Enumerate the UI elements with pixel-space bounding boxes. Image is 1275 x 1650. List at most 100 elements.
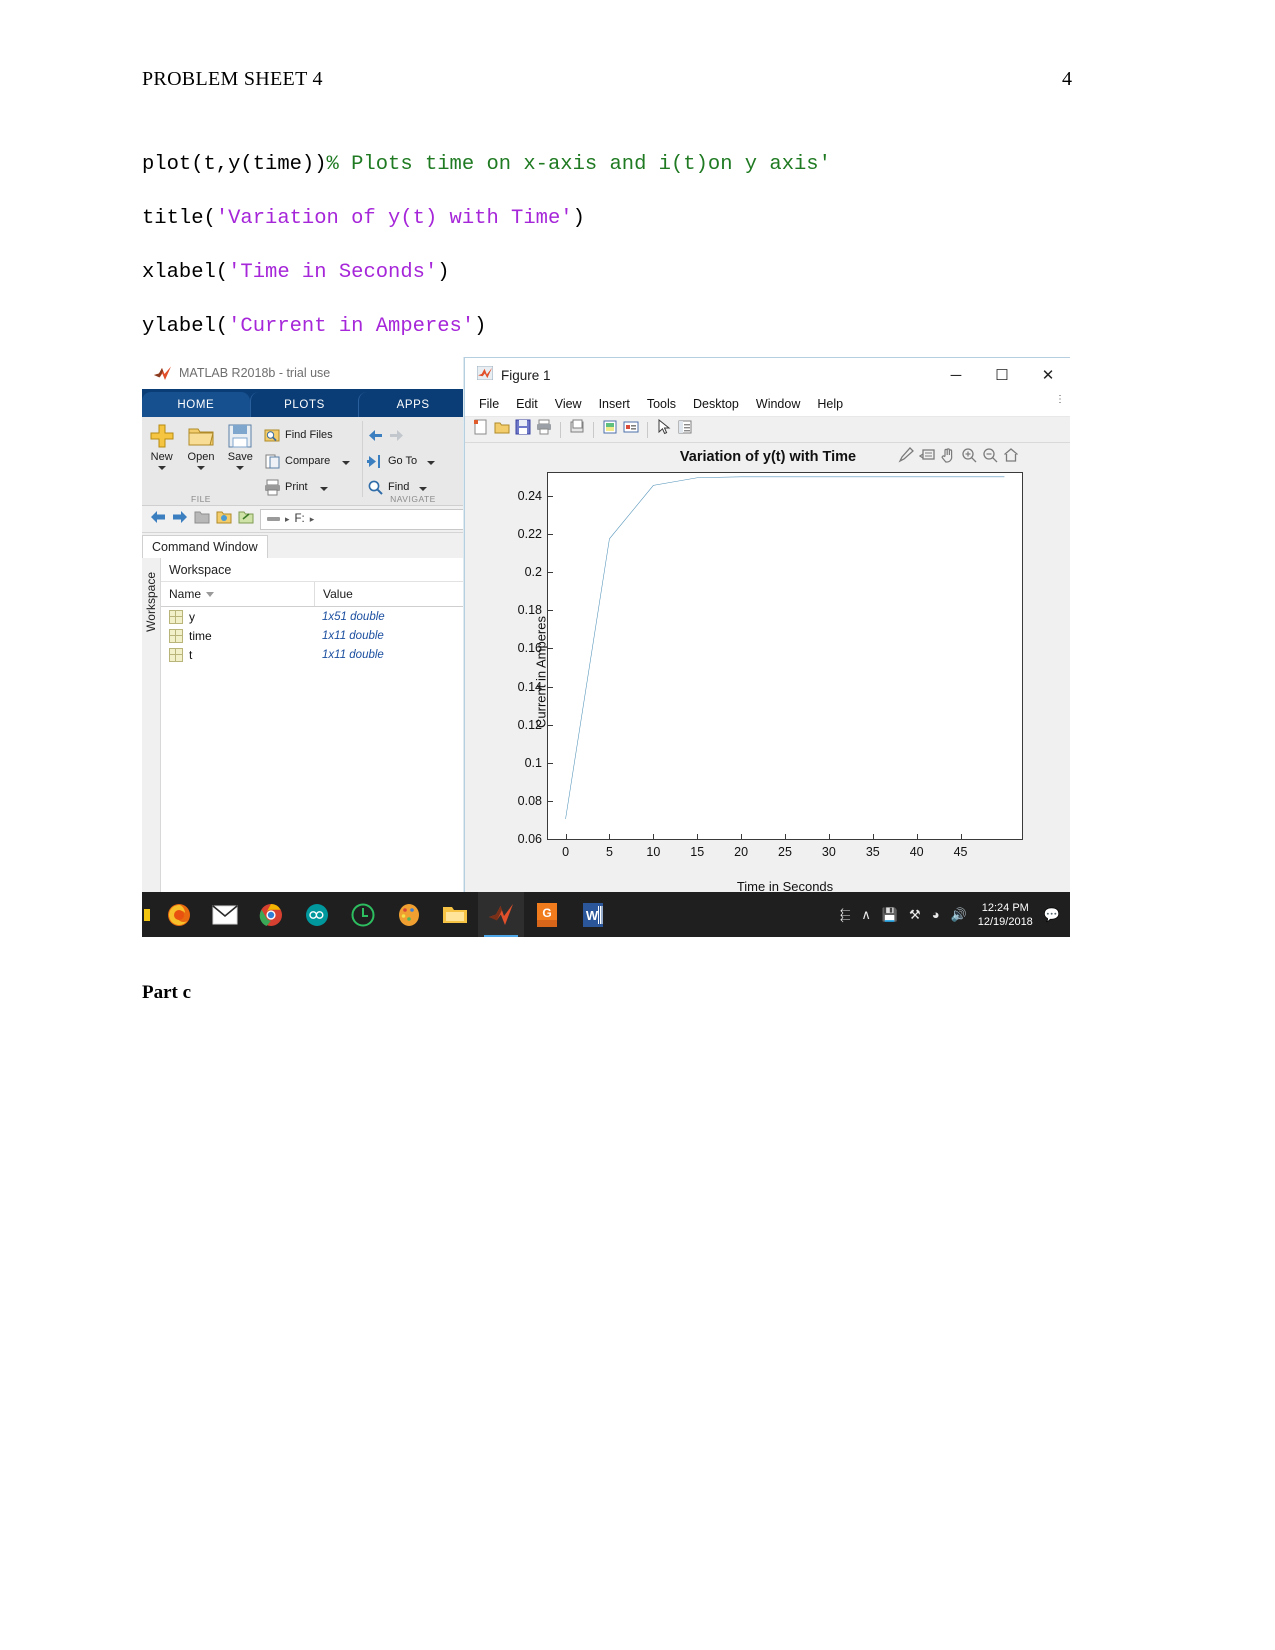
close-button[interactable]: ✕ [1025, 358, 1070, 392]
taskbar-item-paint[interactable] [386, 892, 432, 937]
print-figure-icon[interactable] [536, 419, 552, 440]
matlab-docked-tabs: Command Window [142, 533, 467, 558]
column-header-value[interactable]: Value [315, 582, 467, 606]
print-preview-icon[interactable] [569, 419, 585, 440]
zoom-out-icon[interactable] [982, 447, 998, 468]
chart-y-tick-label: 0.12 [517, 717, 542, 732]
property-inspector-icon[interactable] [677, 419, 693, 440]
chevron-down-icon[interactable] [157, 466, 166, 470]
new-button[interactable]: New [142, 417, 181, 505]
open-button[interactable]: Open [181, 417, 220, 505]
show-hidden-icons-icon[interactable]: ∧ [861, 907, 871, 923]
find-files-button[interactable]: Find Files [260, 422, 362, 448]
chevron-down-icon[interactable] [342, 460, 351, 465]
nav-up-folder-icon[interactable] [194, 510, 210, 529]
taskbar-item-mail[interactable] [202, 892, 248, 937]
path-segment[interactable]: F: [295, 513, 305, 525]
taskbar-start-edge[interactable] [142, 892, 156, 937]
network-icon[interactable]: ◕ [932, 907, 940, 922]
toolbar-divider [647, 421, 648, 438]
ribbon-tab-home[interactable]: HOME [142, 392, 250, 417]
taskbar-clock[interactable]: 12:24 PM 12/19/2018 [978, 901, 1033, 929]
matlab-main-window: MATLAB R2018b - trial use HOME PLOTS APP… [142, 357, 467, 897]
taskbar-item-matlab[interactable] [478, 892, 524, 937]
taskbar-item-ubuntu[interactable] [340, 892, 386, 937]
zoom-in-icon[interactable] [961, 447, 977, 468]
menu-item-window[interactable]: Window [756, 397, 800, 411]
sort-descending-icon[interactable] [206, 591, 215, 597]
workspace-side-label: Workspace [144, 572, 158, 632]
save-button[interactable]: Save [221, 417, 260, 505]
chevron-down-icon[interactable] [427, 460, 436, 465]
chart-series-line [548, 473, 1022, 839]
page-number: 4 [1062, 68, 1072, 90]
taskbar-item-file-explorer[interactable] [432, 892, 478, 937]
chart-y-tick-label: 0.18 [517, 603, 542, 618]
pointer-icon[interactable] [656, 418, 672, 440]
menu-item-view[interactable]: View [555, 397, 582, 411]
taskbar-item-arduino[interactable] [294, 892, 340, 937]
array-variable-icon [169, 647, 183, 662]
colorbar-icon[interactable] [602, 419, 618, 440]
menu-item-tools[interactable]: Tools [647, 397, 676, 411]
table-row[interactable]: time 1x11 double [161, 626, 467, 645]
maximize-button[interactable]: ☐ [979, 358, 1025, 392]
path-separator-icon: ▸ [309, 513, 315, 524]
chevron-down-icon[interactable] [236, 466, 245, 470]
code-plain: plot(t,y(time)) [142, 153, 327, 176]
new-figure-icon[interactable] [473, 419, 489, 440]
data-tips-icon[interactable] [918, 447, 935, 468]
restore-view-icon[interactable] [1003, 447, 1019, 468]
back-forward-row[interactable] [363, 422, 463, 448]
nav-back-icon[interactable] [150, 510, 166, 529]
print-button[interactable]: Print [260, 474, 362, 500]
table-row[interactable]: t 1x11 double [161, 645, 467, 664]
menu-item-insert[interactable]: Insert [599, 397, 630, 411]
menu-item-file[interactable]: File [479, 397, 499, 411]
taskbar-item-pdf-tool[interactable]: G [524, 892, 570, 937]
people-icon[interactable]: ⬱ [840, 907, 851, 923]
chart-x-tick-label: 45 [953, 845, 968, 859]
nav-forward-icon[interactable] [172, 510, 188, 529]
variable-name-cell: t [161, 647, 314, 662]
code-line-xlabel: xlabel('Time in Seconds') [142, 246, 1082, 300]
taskbar-item-firefox[interactable] [156, 892, 202, 937]
open-file-icon[interactable] [494, 419, 510, 440]
legend-icon[interactable] [623, 419, 639, 440]
figure-toolbar [465, 417, 1070, 443]
minimize-button[interactable]: ─ [933, 358, 979, 392]
code-plain: ylabel( [142, 315, 229, 338]
browse-folder-icon[interactable] [216, 510, 232, 529]
refresh-folder-icon[interactable] [238, 510, 254, 529]
notification-icon[interactable]: 💬 [1044, 907, 1060, 923]
chart-x-tick-label: 30 [821, 845, 836, 859]
chevron-down-icon[interactable] [419, 486, 428, 491]
ribbon-group-navigate: Go To Find NAVIGATE [363, 417, 463, 505]
code-block: plot(t,y(time))% Plots time on x-axis an… [142, 138, 1082, 354]
ribbon-tab-plots[interactable]: PLOTS [249, 392, 359, 417]
compare-button[interactable]: Compare [260, 448, 362, 474]
svg-text:W: W [586, 908, 599, 923]
safely-remove-icon[interactable]: 💾 [882, 907, 898, 923]
save-figure-icon[interactable] [515, 419, 531, 440]
chevron-down-icon[interactable] [196, 466, 205, 470]
taskbar-item-word[interactable]: W [570, 892, 616, 937]
table-row[interactable]: y 1x51 double [161, 607, 467, 626]
menu-item-help[interactable]: Help [817, 397, 843, 411]
workspace-side-tab[interactable]: Workspace [142, 558, 161, 897]
tab-command-window[interactable]: Command Window [142, 535, 268, 558]
column-header-name[interactable]: Name [161, 582, 315, 606]
ribbon-tab-apps[interactable]: APPS [358, 392, 467, 417]
menu-item-desktop[interactable]: Desktop [693, 397, 739, 411]
go-to-button[interactable]: Go To [363, 448, 463, 474]
chevron-down-icon[interactable] [319, 486, 328, 491]
brush-icon[interactable] [898, 447, 914, 468]
menu-item-edit[interactable]: Edit [516, 397, 538, 411]
menu-overflow-icon[interactable]: ⋮ [1055, 394, 1065, 405]
pan-icon[interactable] [940, 447, 956, 468]
volume-muted-icon[interactable]: 🔊 [951, 907, 967, 923]
drive-icon [267, 517, 280, 521]
taskbar-item-chrome[interactable] [248, 892, 294, 937]
input-language-icon[interactable]: ⚒ [909, 907, 921, 923]
current-folder-path[interactable]: ▸ F: ▸ [260, 508, 467, 530]
